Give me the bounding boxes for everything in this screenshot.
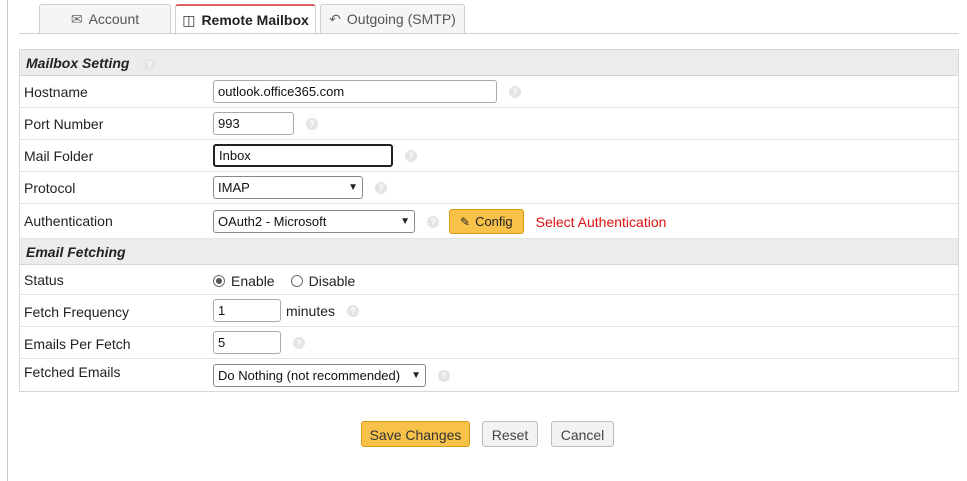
help-icon[interactable]: ?	[375, 181, 387, 194]
status-label: Status	[24, 272, 64, 288]
frequency-unit: minutes	[286, 302, 336, 319]
enable-radio[interactable]	[213, 275, 225, 287]
help-icon[interactable]: ?	[405, 149, 417, 162]
help-icon[interactable]: ?	[438, 369, 450, 382]
cancel-button[interactable]: Cancel	[551, 421, 614, 447]
row-authentication: Authentication OAuth2 - Microsoft ▼ ? ✎ C…	[20, 204, 958, 239]
left-border	[7, 0, 8, 481]
fetched-emails-select[interactable]: Do Nothing (not recommended) ▼	[213, 364, 426, 387]
fetched-emails-value: Do Nothing (not recommended)	[218, 368, 401, 383]
disable-radio[interactable]	[290, 275, 303, 287]
tab-underline	[19, 33, 959, 34]
mail-folder-label: Mail Folder	[24, 148, 94, 164]
tab-label: Outgoing (SMTP)	[346, 11, 456, 27]
reset-button[interactable]: Reset	[482, 421, 538, 447]
tab-remote-mailbox[interactable]: ◫ Remote Mailbox	[175, 4, 316, 35]
edit-icon: ✎	[460, 214, 471, 229]
authentication-value: OAuth2 - Microsoft	[218, 214, 327, 229]
reply-icon: ↶	[329, 11, 341, 27]
row-mail-folder: Mail Folder ?	[20, 140, 958, 172]
section-header-fetching: Email Fetching	[20, 239, 958, 265]
chevron-down-icon: ▼	[411, 370, 421, 381]
row-status: Status Enable Disable	[20, 265, 958, 295]
emails-per-fetch-label: Emails Per Fetch	[24, 336, 131, 352]
config-button[interactable]: ✎ Config	[449, 209, 524, 234]
tab-account[interactable]: ✉ Account	[39, 4, 171, 34]
section-title: Mailbox Setting	[26, 55, 130, 71]
protocol-value: IMAP	[218, 180, 250, 195]
authentication-label: Authentication	[24, 213, 113, 229]
section-header-mailbox: Mailbox Setting ?	[20, 50, 958, 76]
inbox-icon: ◫	[182, 12, 196, 28]
tab-outgoing-smtp[interactable]: ↶ Outgoing (SMTP)	[320, 4, 465, 34]
authentication-select[interactable]: OAuth2 - Microsoft ▼	[213, 210, 415, 233]
disable-label: Disable	[308, 273, 356, 289]
envelope-icon: ✉	[70, 11, 83, 27]
hostname-input[interactable]	[213, 80, 497, 103]
fetch-frequency-input[interactable]	[213, 299, 281, 322]
mail-folder-input[interactable]	[213, 144, 393, 167]
hostname-label: Hostname	[24, 84, 88, 100]
port-label: Port Number	[24, 116, 104, 132]
settings-table: Mailbox Setting ? Hostname ? Port Number…	[19, 49, 959, 392]
protocol-select[interactable]: IMAP ▼	[213, 176, 363, 199]
row-emails-per-fetch: Emails Per Fetch ?	[20, 327, 958, 359]
auth-warning: Select Authentication	[535, 213, 667, 230]
help-icon[interactable]: ?	[427, 215, 439, 228]
fetch-frequency-label: Fetch Frequency	[24, 304, 130, 320]
row-fetched-emails: Fetched Emails Do Nothing (not recommend…	[20, 359, 958, 391]
tab-label: Remote Mailbox	[201, 12, 309, 28]
enable-label: Enable	[231, 273, 275, 289]
save-changes-button[interactable]: Save Changes	[361, 421, 470, 447]
row-hostname: Hostname ?	[20, 76, 958, 108]
help-icon[interactable]: ?	[293, 336, 305, 349]
protocol-label: Protocol	[24, 180, 76, 196]
config-label: Config	[475, 214, 513, 229]
help-icon[interactable]: ?	[509, 85, 521, 98]
row-port: Port Number ?	[20, 108, 958, 140]
chevron-down-icon: ▼	[348, 182, 358, 193]
row-fetch-frequency: Fetch Frequency minutes ?	[20, 295, 958, 327]
help-icon[interactable]: ?	[347, 304, 360, 317]
emails-per-fetch-input[interactable]	[213, 331, 281, 354]
help-icon[interactable]: ?	[306, 117, 318, 130]
section-title: Email Fetching	[26, 244, 126, 260]
help-icon[interactable]: ?	[143, 59, 156, 71]
chevron-down-icon: ▼	[400, 216, 410, 227]
tab-label: Account	[88, 11, 140, 27]
port-input[interactable]	[213, 112, 294, 135]
row-protocol: Protocol IMAP ▼ ?	[20, 172, 958, 204]
fetched-emails-label: Fetched Emails	[24, 364, 121, 380]
